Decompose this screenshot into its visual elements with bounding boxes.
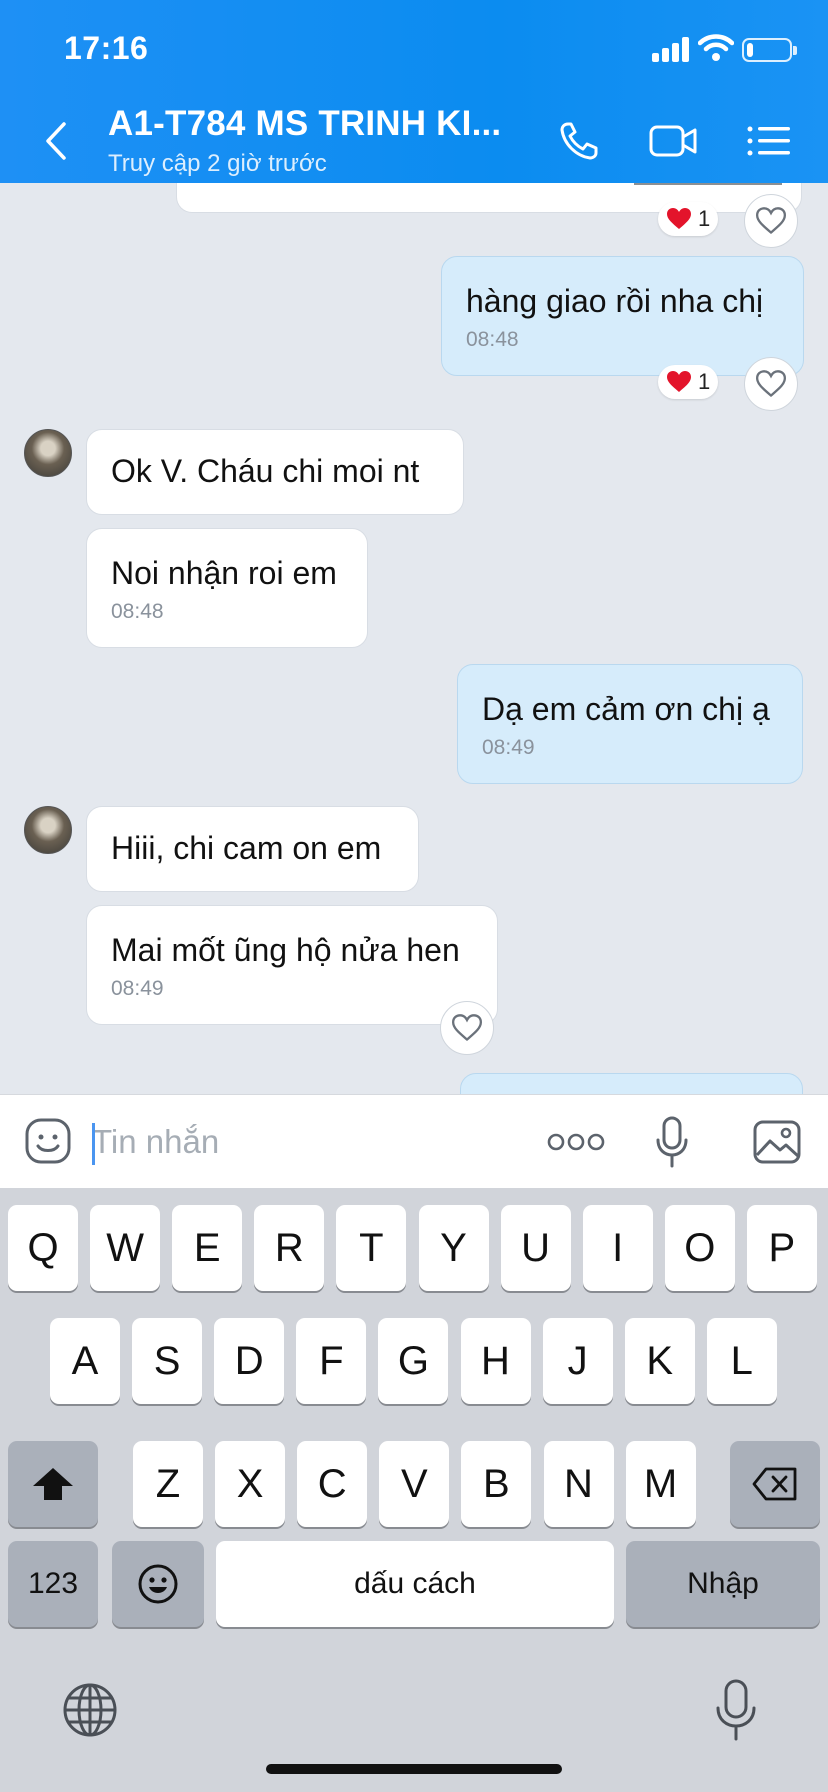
key-v[interactable]: V [379, 1441, 450, 1527]
red-heart-icon [667, 371, 691, 392]
message-text: Hiii, chi cam on em [111, 830, 382, 866]
last-seen-status: Truy cập 2 giờ trước [108, 150, 327, 177]
message-input[interactable] [92, 1117, 522, 1167]
reaction-count: 1 [698, 206, 711, 231]
key-q[interactable]: Q [8, 1205, 78, 1291]
heart-outline-icon [756, 207, 786, 235]
backspace-icon [752, 1467, 797, 1501]
received-message[interactable]: Ok V. Cháu chi moi nt [86, 429, 464, 515]
partial-message[interactable] [460, 1073, 803, 1094]
red-heart-icon [667, 208, 691, 229]
key-d[interactable]: D [214, 1318, 285, 1404]
message-text: Mai mốt ũng hộ nửa hen [111, 932, 460, 968]
emoji-key[interactable] [112, 1541, 204, 1627]
dictation-microphone-icon[interactable] [714, 1678, 758, 1742]
wifi-icon [698, 34, 734, 61]
key-u[interactable]: U [500, 1205, 571, 1291]
key-x[interactable]: X [215, 1441, 286, 1527]
received-message[interactable]: Hiii, chi cam on em [86, 806, 419, 892]
reaction-count: 1 [698, 369, 711, 394]
text-cursor [92, 1123, 95, 1165]
partial-image-edge [634, 183, 782, 185]
backspace-key[interactable] [730, 1441, 820, 1527]
react-heart-button[interactable] [744, 194, 798, 248]
heart-outline-icon [452, 1014, 482, 1042]
message-time: 08:49 [111, 977, 164, 1000]
key-e[interactable]: E [172, 1205, 243, 1291]
key-h[interactable]: H [460, 1318, 531, 1404]
react-heart-button[interactable] [440, 1001, 494, 1055]
received-message[interactable]: Noi nhận roi em 08:48 [86, 528, 368, 648]
phone-icon[interactable] [556, 118, 606, 164]
react-heart-button[interactable] [744, 357, 798, 411]
contact-avatar[interactable] [24, 429, 72, 477]
status-time: 17:16 [64, 30, 149, 66]
key-f[interactable]: F [296, 1318, 367, 1404]
key-w[interactable]: W [90, 1205, 161, 1291]
message-time: 08:49 [482, 736, 535, 759]
message-time: 08:48 [111, 600, 164, 623]
key-o[interactable]: O [664, 1205, 735, 1291]
chat-header: 17:16 A1-T784 MS TRINH KI... Truy cập 2 … [0, 0, 828, 183]
key-c[interactable]: C [297, 1441, 368, 1527]
key-a[interactable]: A [50, 1318, 120, 1404]
shift-arrow-icon [33, 1468, 73, 1500]
image-gallery-icon[interactable] [752, 1119, 802, 1165]
sent-message[interactable]: Dạ em cảm ơn chị ạ 08:49 [457, 664, 803, 784]
reaction-summary[interactable]: 1 [658, 202, 719, 236]
space-key[interactable]: dấu cách [216, 1541, 614, 1627]
key-b[interactable]: B [461, 1441, 532, 1527]
received-message[interactable]: Mai mốt ũng hộ nửa hen 08:49 [86, 905, 498, 1025]
key-p[interactable]: P [746, 1205, 817, 1291]
video-call-icon[interactable] [648, 118, 698, 164]
on-screen-keyboard: QWERTYUIOP ASDFGHJKL ZXCVBNM 123 dấu các… [0, 1188, 828, 1792]
key-t[interactable]: T [336, 1205, 407, 1291]
key-z[interactable]: Z [133, 1441, 203, 1527]
sent-message[interactable]: hàng giao rồi nha chị 08:48 [441, 256, 804, 376]
sticker-emoji-icon[interactable] [24, 1117, 72, 1165]
microphone-icon[interactable] [654, 1115, 690, 1169]
message-text: Dạ em cảm ơn chị ạ [482, 691, 770, 727]
heart-outline-icon [756, 370, 786, 398]
reaction-summary[interactable]: 1 [658, 365, 719, 399]
key-k[interactable]: K [624, 1318, 695, 1404]
back-chevron-icon[interactable] [40, 118, 76, 164]
key-s[interactable]: S [132, 1318, 203, 1404]
contact-name[interactable]: A1-T784 MS TRINH KI... [108, 104, 501, 144]
key-m[interactable]: M [625, 1441, 696, 1527]
key-j[interactable]: J [542, 1318, 613, 1404]
message-list[interactable]: 1 hàng giao rồi nha chị 08:48 1 Ok V. Ch… [0, 183, 828, 1094]
shift-key[interactable] [8, 1441, 98, 1527]
message-composer [0, 1094, 828, 1188]
home-indicator [266, 1764, 562, 1774]
message-text: Ok V. Cháu chi moi nt [111, 453, 420, 489]
battery-icon [742, 38, 797, 62]
emoji-face-icon [138, 1564, 178, 1604]
globe-icon[interactable] [62, 1682, 118, 1738]
return-key[interactable]: Nhập [626, 1541, 820, 1627]
more-options-icon[interactable] [546, 1131, 606, 1153]
menu-list-icon[interactable] [744, 118, 794, 164]
message-text: hàng giao rồi nha chị [466, 283, 764, 319]
contact-avatar[interactable] [24, 806, 72, 854]
cellular-signal-icon [652, 36, 692, 62]
key-n[interactable]: N [543, 1441, 614, 1527]
key-g[interactable]: G [378, 1318, 449, 1404]
message-text: Noi nhận roi em [111, 555, 337, 591]
key-i[interactable]: I [582, 1205, 653, 1291]
key-y[interactable]: Y [418, 1205, 489, 1291]
key-l[interactable]: L [706, 1318, 777, 1404]
message-time: 08:48 [466, 328, 519, 351]
key-r[interactable]: R [254, 1205, 325, 1291]
numbers-key[interactable]: 123 [8, 1541, 98, 1627]
